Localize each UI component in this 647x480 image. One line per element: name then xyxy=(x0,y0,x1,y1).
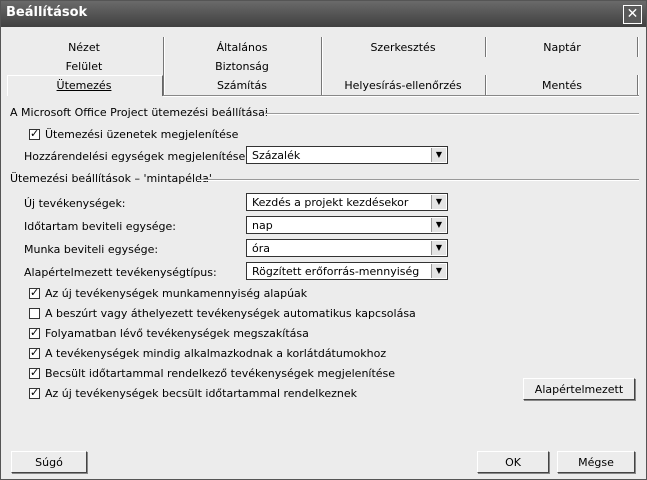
tab-naptar[interactable]: Naptár xyxy=(487,41,637,54)
show-messages-label: Ütemezési üzenetek megjelenítése xyxy=(45,128,239,141)
tab-szamitas[interactable]: Számítás xyxy=(165,79,319,92)
honor-constraints-checkbox[interactable] xyxy=(29,346,40,359)
autolink-checkbox[interactable] xyxy=(29,308,40,319)
task-type-select[interactable]: Rögzített erőforrás-mennyiség ▼ xyxy=(246,262,448,280)
task-type-label: Alapértelmezett tevékenységtípus: xyxy=(24,266,217,279)
work-unit-select[interactable]: óra ▼ xyxy=(246,239,448,257)
tab-divider xyxy=(637,75,639,95)
tab-divider xyxy=(321,75,323,95)
tab-altalanos[interactable]: Általános xyxy=(165,41,319,54)
assignment-units-select[interactable]: Százalék ▼ xyxy=(246,146,448,164)
tab-utemezes[interactable]: Ütemezés xyxy=(7,79,161,92)
work-unit-value: óra xyxy=(252,242,270,255)
tab-divider xyxy=(485,75,487,95)
show-estimated-checkbox[interactable] xyxy=(29,366,40,379)
chevron-down-icon[interactable]: ▼ xyxy=(431,195,446,209)
duration-unit-value: nap xyxy=(252,219,273,232)
new-estimated-row[interactable]: Az új tevékenységek becsült időtartammal… xyxy=(29,386,357,400)
tab-szerkesztes[interactable]: Szerkesztés xyxy=(323,41,483,54)
tab-divider xyxy=(163,57,165,75)
new-estimated-label: Az új tevékenységek becsült időtartammal… xyxy=(45,387,357,400)
show-estimated-label: Becsült időtartammal rendelkező tevékeny… xyxy=(45,367,396,380)
set-default-button[interactable]: Alapértelmezett xyxy=(523,378,635,400)
section-divider xyxy=(265,113,639,115)
close-icon[interactable]: ✕ xyxy=(623,5,642,24)
help-button[interactable]: Súgó xyxy=(11,451,87,473)
show-estimated-row[interactable]: Becsült időtartammal rendelkező tevékeny… xyxy=(29,366,396,380)
new-estimated-checkbox[interactable] xyxy=(29,386,40,399)
tab-biztonsag[interactable]: Biztonság xyxy=(165,60,319,73)
autolink-row[interactable]: A beszúrt vagy áthelyezett tevékenységek… xyxy=(29,307,416,320)
effort-driven-label: Az új tevékenységek munkamennyiség alapú… xyxy=(45,287,308,300)
chevron-down-icon[interactable]: ▼ xyxy=(431,218,446,232)
chevron-down-icon[interactable]: ▼ xyxy=(431,264,446,278)
split-tasks-checkbox[interactable] xyxy=(29,326,40,339)
new-tasks-label: Új tevékenységek: xyxy=(24,197,126,210)
split-tasks-row[interactable]: Folyamatban lévő tevékenységek megszakít… xyxy=(29,326,309,340)
effort-driven-row[interactable]: Az új tevékenységek munkamennyiség alapú… xyxy=(29,286,308,300)
tab-divider xyxy=(163,75,165,95)
tab-divider xyxy=(321,37,323,75)
section-title-schedule-options: Ütemezési beállítások – 'mintapélda' xyxy=(10,172,212,185)
chevron-down-icon[interactable]: ▼ xyxy=(431,148,446,162)
chevron-down-icon[interactable]: ▼ xyxy=(431,241,446,255)
title-bar: Beállítások ✕ xyxy=(1,1,646,27)
new-tasks-value: Kezdés a projekt kezdésekor xyxy=(252,196,409,209)
task-type-value: Rögzített erőforrás-mennyiség xyxy=(252,265,420,278)
show-messages-checkbox-row[interactable]: Ütemezési üzenetek megjelenítése xyxy=(29,127,239,141)
work-unit-label: Munka beviteli egysége: xyxy=(24,243,159,256)
show-messages-checkbox[interactable] xyxy=(29,127,40,140)
window-title: Beállítások xyxy=(6,5,88,20)
honor-constraints-row[interactable]: A tevékenységek mindig alkalmazkodnak a … xyxy=(29,346,387,360)
tab-divider xyxy=(637,37,639,57)
section-title-project-options: A Microsoft Office Project ütemezési beá… xyxy=(10,106,268,119)
section-divider xyxy=(197,179,639,181)
tab-baseline xyxy=(163,95,639,97)
duration-unit-select[interactable]: nap ▼ xyxy=(246,216,448,234)
split-tasks-label: Folyamatban lévő tevékenységek megszakít… xyxy=(45,327,309,340)
effort-driven-checkbox[interactable] xyxy=(29,286,40,299)
assignment-units-label: Hozzárendelési egységek megjelenítése mi… xyxy=(24,150,278,163)
tab-felulet[interactable]: Felület xyxy=(7,60,161,73)
assignment-units-value: Százalék xyxy=(252,149,301,162)
new-tasks-select[interactable]: Kezdés a projekt kezdésekor ▼ xyxy=(246,193,448,211)
tab-helyesiras[interactable]: Helyesírás-ellenőrzés xyxy=(323,79,483,92)
tab-mentes[interactable]: Mentés xyxy=(487,79,637,92)
tab-divider xyxy=(163,37,165,57)
cancel-button[interactable]: Mégse xyxy=(557,451,635,473)
tab-utemezes-label: Ütemezés xyxy=(56,79,112,92)
tab-nezet[interactable]: Nézet xyxy=(7,41,161,54)
autolink-label: A beszúrt vagy áthelyezett tevékenységek… xyxy=(45,307,416,320)
ok-button[interactable]: OK xyxy=(477,451,549,473)
tab-divider xyxy=(485,37,487,57)
honor-constraints-label: A tevékenységek mindig alkalmazkodnak a … xyxy=(45,347,387,360)
duration-unit-label: Időtartam beviteli egysége: xyxy=(24,220,177,233)
options-dialog: Beállítások ✕ Nézet Általános Szerkeszté… xyxy=(0,0,647,480)
